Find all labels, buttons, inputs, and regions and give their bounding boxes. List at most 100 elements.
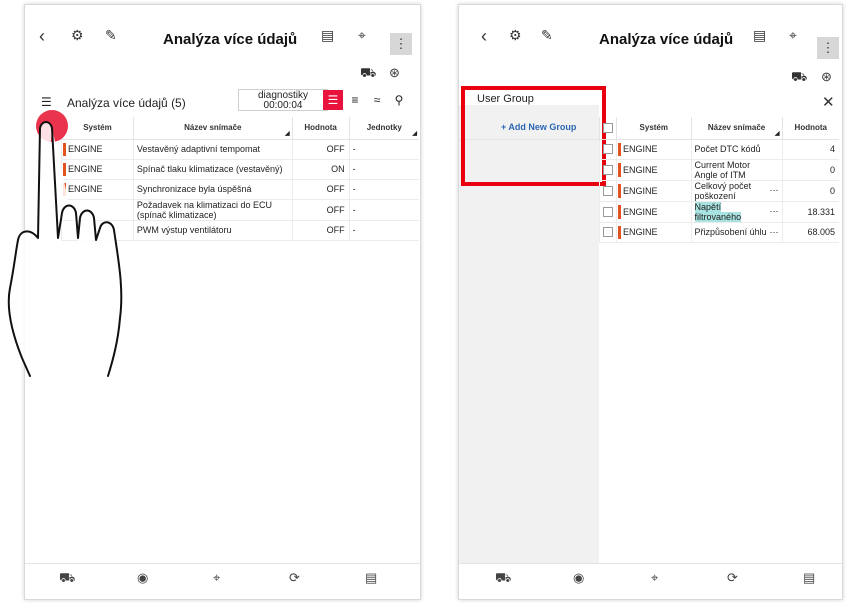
record-icon[interactable]: ◉ [573, 570, 584, 586]
fullscreen-icon[interactable]: ⌖ [213, 570, 220, 586]
cell-value: 18.331 [781, 201, 839, 223]
refresh-icon[interactable]: ⟳ [289, 570, 300, 586]
list-view-icon[interactable]: ☰ [323, 90, 343, 110]
sort-icon: ◢ [774, 130, 780, 137]
more-vertical-icon[interactable]: ⋮ [390, 33, 412, 55]
cell-sensor: Current Motor Angle of ITM [690, 159, 783, 181]
col-system[interactable]: Systém [616, 117, 692, 140]
cell-value: ON [291, 159, 350, 180]
cell-sensor: PWM výstup ventilátoru [132, 220, 293, 241]
row-checkbox[interactable] [603, 206, 613, 217]
cell-sensor: Požadavek na klimatizaci do ECU (spínač … [132, 199, 293, 221]
row-checkbox[interactable] [603, 227, 613, 238]
record-icon[interactable]: ◉ [137, 570, 148, 586]
text-view-icon[interactable]: ≡ [345, 90, 365, 110]
bottom-nav: ⛟ ◉ ⌖ ⟳ ▤ [25, 563, 420, 599]
fullscreen-icon[interactable]: ⌖ [651, 570, 658, 586]
sensor-table: Systém Název snímače ◢ Hodnota ENGINE Poče… [599, 117, 839, 243]
sensor-label: Napětí filtrovaného [694, 201, 742, 222]
cell-system: ENGINE [616, 180, 692, 202]
cell-select [599, 159, 617, 181]
col-value[interactable]: Hodnota [291, 117, 350, 140]
search-icon[interactable]: ⚲ [389, 90, 409, 110]
right-screen: ‹ ⚙ ✎ Analýza více údajů ▤ ⌖ ⋮ ⛟ ⊛ User … [458, 4, 843, 600]
cell-unit: - [348, 139, 419, 160]
cell-unit: - [348, 159, 419, 180]
select-all-checkbox[interactable] [603, 122, 613, 133]
sort-icon: ◢ [412, 130, 417, 137]
sensor-label: Celkový počet poškození [694, 180, 752, 201]
timer-value: 00:00:04 [263, 100, 303, 111]
top-bar: ‹ ⚙ ✎ Analýza více údajů ▤ ⌖ ⋮ [25, 5, 420, 55]
hand-pointer-icon [7, 121, 123, 377]
top-bar: ‹ ⚙ ✎ Analýza více údajů ▤ ⌖ ⋮ [459, 5, 842, 59]
cell-sensor: Spínač tlaku klimatizace (vestavěný) [132, 159, 293, 180]
report-icon[interactable]: ▤ [321, 27, 334, 44]
table-row[interactable]: ENGINE Celkový počet poškození ⋯ 0 [599, 180, 839, 202]
diagnostics-timer[interactable]: diagnostiky 00:00:04 [238, 89, 328, 111]
cell-sensor: Synchronizace byla úspěšná [132, 179, 293, 200]
col-sensor[interactable]: Název snímače ◢ [690, 117, 783, 140]
export-icon[interactable]: ✎ [105, 27, 117, 44]
system-label: ENGINE [623, 227, 658, 237]
engine-marker [618, 204, 621, 219]
cell-value: 0 [781, 159, 839, 181]
col-sensor-label: Název snímače [184, 123, 242, 133]
back-arrow-icon[interactable]: ‹ [481, 27, 487, 45]
col-sensor-label: Název snímače [707, 123, 766, 133]
cell-unit: - [348, 220, 419, 241]
table-row[interactable]: ENGINE Current Motor Angle of ITM 0 [599, 159, 839, 181]
engine-marker [618, 142, 621, 156]
diagnostic-gauge-icon[interactable]: ⚙ [71, 27, 84, 44]
more-options-icon[interactable]: ⋯ [770, 227, 779, 237]
col-select[interactable] [599, 117, 617, 140]
vehicle-icon[interactable]: ⛟ [59, 570, 75, 588]
fullscreen-icon[interactable]: ⌖ [789, 27, 797, 44]
cell-select [599, 139, 617, 160]
system-label: ENGINE [623, 185, 658, 196]
table-row[interactable]: ENGINE Přizpůsobení úhlu ⋯ 68.005 [599, 222, 839, 243]
report-icon[interactable]: ▤ [753, 27, 766, 44]
system-label: ENGINE [623, 206, 658, 217]
diagnostic-gauge-icon[interactable]: ⚙ [509, 27, 522, 44]
cell-select [599, 222, 617, 243]
cell-system: ENGINE [616, 159, 692, 181]
cell-unit: - [348, 199, 419, 221]
cell-value: OFF [291, 220, 350, 241]
more-options-icon[interactable]: ⋯ [770, 206, 779, 216]
more-vertical-icon[interactable]: ⋮ [817, 37, 839, 59]
col-unit-label: Jednotky [366, 123, 402, 133]
section-label: Analýza více údajů (5) [67, 96, 186, 110]
vehicle-icon[interactable]: ⛟ [495, 570, 511, 588]
system-label: ENGINE [623, 144, 658, 154]
vehicle-icon[interactable]: ⛟ [791, 69, 807, 87]
fullscreen-icon[interactable]: ⌖ [358, 27, 366, 44]
waveform-icon[interactable]: ⊛ [389, 65, 400, 81]
cell-select [599, 201, 617, 223]
engine-marker [618, 183, 621, 198]
more-options-icon[interactable]: ⋯ [770, 185, 779, 195]
table-row[interactable]: ENGINE Počet DTC kódů 4 [599, 139, 839, 160]
waveform-icon[interactable]: ⊛ [821, 69, 832, 85]
refresh-icon[interactable]: ⟳ [727, 570, 738, 586]
row-checkbox[interactable] [603, 144, 613, 155]
col-unit[interactable]: Jednotky ◢ [348, 117, 419, 140]
annotation-highlight-box [461, 86, 606, 186]
col-sensor[interactable]: Název snímače ◢ [132, 117, 293, 140]
cell-sensor: Počet DTC kódů [690, 139, 783, 160]
table-row[interactable]: ENGINE Napětí filtrovaného ⋯ 18.331 [599, 201, 839, 223]
vehicle-icon[interactable]: ⛟ [360, 65, 376, 83]
close-icon[interactable]: ✕ [822, 93, 835, 111]
checklist-icon[interactable]: ▤ [803, 570, 815, 586]
col-value[interactable]: Hodnota [781, 117, 839, 140]
row-checkbox[interactable] [603, 185, 613, 196]
checklist-icon[interactable]: ▤ [365, 570, 377, 586]
cell-value: 0 [781, 180, 839, 202]
list-check-icon[interactable]: ☰ [41, 95, 52, 109]
cell-value: OFF [291, 199, 350, 221]
back-arrow-icon[interactable]: ‹ [39, 27, 45, 45]
export-icon[interactable]: ✎ [541, 27, 553, 44]
row-checkbox[interactable] [603, 164, 613, 175]
graph-view-icon[interactable]: ≈ [367, 90, 387, 110]
table-header: Systém Název snímače ◢ Hodnota [599, 117, 839, 140]
